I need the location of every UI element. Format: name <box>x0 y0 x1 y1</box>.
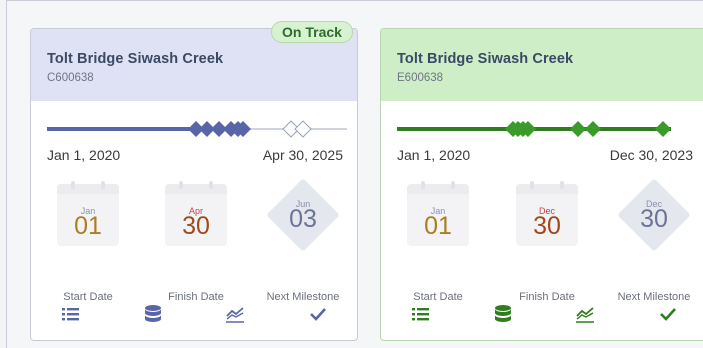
project-card[interactable]: Tolt Bridge Siwash Creek C600638 Jan 1, … <box>30 28 358 341</box>
next-milestone: Jun 03 Next Milestone <box>258 178 348 303</box>
timeline-end-date: Dec 30, 2023 <box>609 147 693 163</box>
start-date-label: Start Date <box>413 291 463 303</box>
next-milestone-label: Next Milestone <box>266 291 340 303</box>
milestone-diamond-future[interactable] <box>294 120 312 138</box>
finish-date: Apr 30 Finish Date <box>151 181 241 303</box>
start-date-label: Start Date <box>63 291 113 303</box>
calendar-icon: Apr 30 <box>165 181 227 246</box>
milestone-diamond-icon: Jun 03 <box>263 175 343 255</box>
chart-icon[interactable] <box>574 304 596 324</box>
key-dates: Jan 01 Start Date Dec 30 Finish Date Dec… <box>381 178 703 303</box>
status-badge: On Track <box>271 21 353 43</box>
next-day: 03 <box>289 205 317 233</box>
calendar-icon: Jan 01 <box>57 181 119 246</box>
milestone-diamond-icon: Dec 30 <box>614 175 694 255</box>
finish-day: 30 <box>182 212 210 240</box>
finish-date-label: Finish Date <box>168 291 224 303</box>
card-actions <box>31 304 357 324</box>
next-day: 30 <box>640 205 668 233</box>
card-header: Tolt Bridge Siwash Creek E600638 <box>381 29 703 101</box>
timeline-start-date: Jan 1, 2020 <box>47 147 121 163</box>
project-code: E600638 <box>397 72 444 84</box>
milestone-diamond[interactable] <box>570 121 586 137</box>
start-day: 01 <box>424 212 452 240</box>
check-icon[interactable] <box>657 304 679 324</box>
timeline-start-date: Jan 1, 2020 <box>397 147 471 163</box>
milestone-diamond[interactable] <box>585 121 601 137</box>
timeline-end-date: Apr 30, 2025 <box>262 147 343 163</box>
next-milestone: Dec 30 Next Milestone <box>609 178 699 303</box>
timeline-bar <box>31 115 357 143</box>
list-icon[interactable] <box>60 304 82 324</box>
calendar-icon: Dec 30 <box>516 181 578 246</box>
list-icon[interactable] <box>410 304 432 324</box>
finish-date-label: Finish Date <box>519 291 575 303</box>
project-card[interactable]: Tolt Bridge Siwash Creek E600638 Jan 1, … <box>380 28 703 341</box>
project-code: C600638 <box>47 72 94 84</box>
next-milestone-label: Next Milestone <box>617 291 691 303</box>
milestone-diamond[interactable] <box>655 121 671 137</box>
card-actions <box>381 304 703 324</box>
chart-icon[interactable] <box>224 304 246 324</box>
finish-date: Dec 30 Finish Date <box>502 181 592 303</box>
finish-day: 30 <box>533 212 561 240</box>
start-date: Jan 01 Start Date <box>43 181 133 303</box>
check-icon[interactable] <box>307 304 329 324</box>
project-title: Tolt Bridge Siwash Creek <box>47 51 224 67</box>
project-title: Tolt Bridge Siwash Creek <box>397 51 574 67</box>
start-date: Jan 01 Start Date <box>393 181 483 303</box>
timeline-bar <box>381 115 703 143</box>
calendar-icon: Jan 01 <box>407 181 469 246</box>
database-icon[interactable] <box>142 304 164 324</box>
start-day: 01 <box>74 212 102 240</box>
key-dates: Jan 01 Start Date Apr 30 Finish Date Jun… <box>31 178 357 303</box>
database-icon[interactable] <box>492 304 514 324</box>
